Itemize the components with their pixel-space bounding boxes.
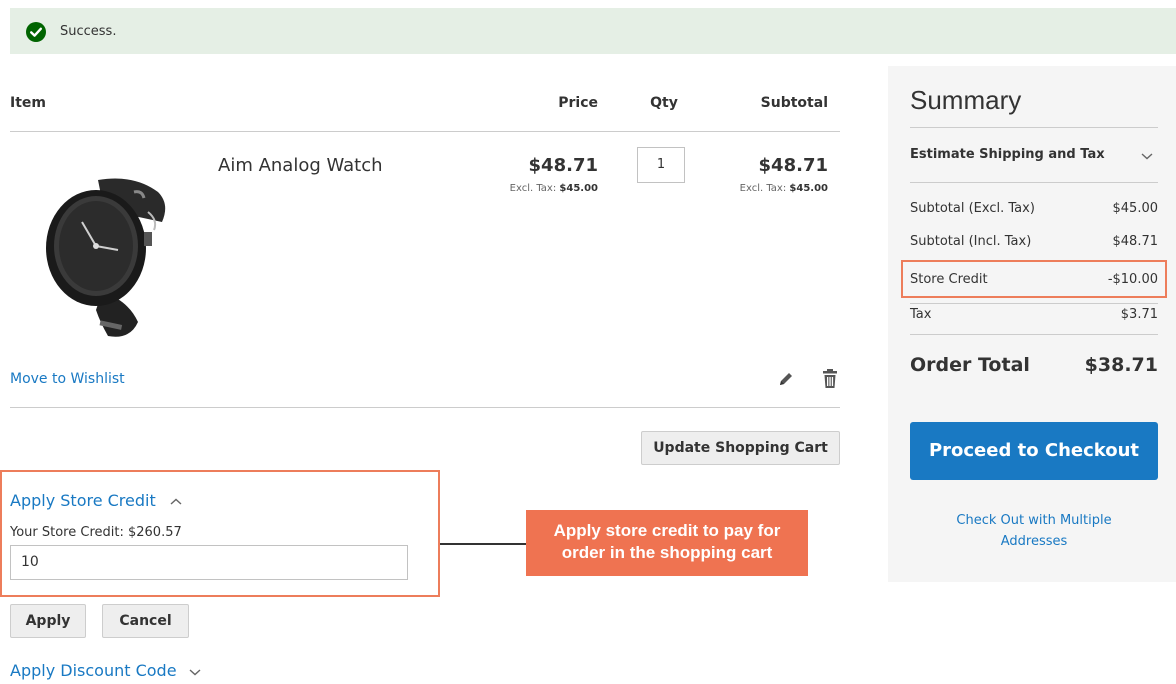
estimate-shipping-label: Estimate Shipping and Tax xyxy=(910,147,1105,162)
apply-store-credit-label: Apply Store Credit xyxy=(10,491,156,510)
store-credit-amount-input[interactable]: 10 xyxy=(10,545,408,580)
chevron-down-icon xyxy=(189,668,201,675)
summary-row-label: Subtotal (Incl. Tax) xyxy=(910,234,1032,249)
quantity-input[interactable]: 1 xyxy=(637,147,685,183)
item-subtotal-excl-tax: Excl. Tax: $45.00 xyxy=(690,182,828,196)
chevron-up-icon xyxy=(170,498,182,505)
success-check-icon xyxy=(26,22,46,42)
summary-row-label: Subtotal (Excl. Tax) xyxy=(910,201,1035,216)
store-credit-summary-label: Store Credit xyxy=(910,272,988,287)
annotation-callout: Apply store credit to pay for order in t… xyxy=(526,510,808,576)
cancel-store-credit-button[interactable]: Cancel xyxy=(102,604,189,638)
item-price-excl-tax: Excl. Tax: $45.00 xyxy=(460,182,598,196)
chevron-down-icon xyxy=(1141,153,1153,160)
store-credit-summary-value: -$10.00 xyxy=(1107,272,1158,287)
apply-store-credit-button[interactable]: Apply xyxy=(10,604,86,638)
callout-line-2: order in the shopping cart xyxy=(561,543,773,562)
excl-tax-label: Excl. Tax: xyxy=(739,183,787,194)
update-shopping-cart-button[interactable]: Update Shopping Cart xyxy=(641,431,840,465)
success-message-text: Success. xyxy=(60,24,117,39)
summary-row-label: Tax xyxy=(910,307,932,322)
summary-divider-total xyxy=(910,334,1158,335)
checkout-multiple-addresses-link[interactable]: Check Out with Multiple Addresses xyxy=(910,510,1158,552)
edit-pencil-icon[interactable] xyxy=(777,370,795,388)
summary-row-value: $45.00 xyxy=(1112,201,1159,216)
store-credit-balance: Your Store Credit: $260.57 xyxy=(10,525,182,540)
item-divider xyxy=(10,407,840,408)
summary-title: Summary xyxy=(910,85,1022,115)
order-total-value: $38.71 xyxy=(1084,354,1158,376)
order-summary-panel xyxy=(888,66,1176,582)
summary-row-value: $3.71 xyxy=(1120,307,1158,322)
excl-tax-value: $45.00 xyxy=(559,183,598,194)
summary-row-value: $48.71 xyxy=(1112,234,1159,249)
order-total-label: Order Total xyxy=(910,354,1030,376)
multi-address-line-2: Addresses xyxy=(1000,534,1068,549)
multi-address-line-1: Check Out with Multiple xyxy=(956,513,1112,528)
column-header-subtotal: Subtotal xyxy=(760,95,828,111)
success-message xyxy=(10,8,1176,54)
callout-line-1: Apply store credit to pay for xyxy=(553,521,781,540)
product-name[interactable]: Aim Analog Watch xyxy=(218,154,383,178)
apply-discount-code-toggle[interactable]: Apply Discount Code xyxy=(10,660,202,682)
estimate-shipping-toggle[interactable]: Estimate Shipping and Tax xyxy=(910,145,1158,169)
column-header-item: Item xyxy=(10,95,46,111)
column-header-price: Price xyxy=(558,95,598,111)
proceed-to-checkout-button[interactable]: Proceed to Checkout xyxy=(910,422,1158,480)
callout-connector-line xyxy=(440,543,526,545)
excl-tax-label: Excl. Tax: xyxy=(509,183,557,194)
summary-divider-top xyxy=(910,127,1158,128)
excl-tax-value: $45.00 xyxy=(789,183,828,194)
item-price: $48.71 xyxy=(528,155,598,176)
summary-divider-tax xyxy=(910,303,1158,304)
trash-icon[interactable] xyxy=(822,369,838,389)
move-to-wishlist-link[interactable]: Move to Wishlist xyxy=(10,370,125,388)
item-subtotal: $48.71 xyxy=(758,155,828,176)
header-divider xyxy=(10,131,840,132)
wristwatch-image[interactable] xyxy=(38,172,180,342)
apply-store-credit-toggle[interactable]: Apply Store Credit xyxy=(10,490,183,512)
summary-divider-estimate xyxy=(910,182,1158,183)
apply-discount-code-label: Apply Discount Code xyxy=(10,661,177,680)
column-header-qty: Qty xyxy=(650,95,678,111)
